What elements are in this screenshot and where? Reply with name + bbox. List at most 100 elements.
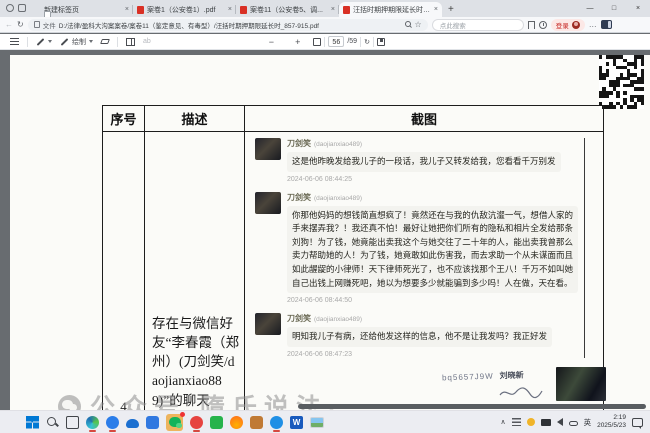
tab-active-pdf[interactable]: 汪括时期押期限延长时_857-91... × bbox=[339, 2, 442, 17]
fit-to-page-icon[interactable] bbox=[313, 38, 321, 46]
zoom-page-icon[interactable] bbox=[405, 21, 412, 28]
avatar bbox=[572, 21, 580, 29]
sidebar-panel-icon[interactable] bbox=[601, 20, 612, 29]
window-controls: — □ × bbox=[578, 0, 650, 17]
tab-title: 汪括时期押期限延长时_857-91... bbox=[353, 5, 431, 15]
chat-message: 刀剑笑(daojianxiao489) 明知我儿子有病，还给他发这样的信息，他不… bbox=[255, 313, 578, 358]
clock-time: 2:19 bbox=[597, 414, 626, 422]
photos-app-icon[interactable] bbox=[310, 417, 324, 428]
sender-wxid: (daojianxiao489) bbox=[314, 316, 362, 323]
blue-app-icon-2[interactable] bbox=[146, 416, 159, 429]
close-button[interactable]: × bbox=[626, 0, 650, 17]
page-number-input[interactable]: 56 bbox=[328, 36, 344, 47]
draw-tool[interactable]: 绘制 bbox=[60, 37, 93, 47]
link-icon[interactable] bbox=[569, 421, 578, 426]
pen-tool[interactable] bbox=[36, 40, 52, 43]
sender-name: 刀剑笑 bbox=[287, 314, 311, 323]
workspaces-icon[interactable] bbox=[18, 4, 26, 12]
zoom-in-icon[interactable]: + bbox=[295, 37, 300, 47]
navigation-bar: ← ↻ 文件 D:/法律/盈科大沟案案卷/案卷11（鉴定意见、有毒型）/汪括时期… bbox=[0, 17, 650, 33]
pdf-favicon bbox=[343, 6, 350, 14]
qr-code bbox=[599, 55, 644, 109]
avatar bbox=[255, 138, 281, 160]
tab-case-file-1[interactable]: 案卷1（公安卷1）.pdf × bbox=[133, 2, 236, 17]
onedrive-icon[interactable] bbox=[126, 419, 139, 428]
pdf-favicon bbox=[137, 6, 144, 14]
photo-thumbnail bbox=[556, 367, 606, 401]
tab-strip: 新建标签页 × 案卷1（公安卷1）.pdf × 案卷11（公安卷5、调... ×… bbox=[0, 0, 650, 17]
taskbar-clock[interactable]: 2:19 2025/5/23 bbox=[597, 414, 626, 430]
header-shot: 截图 bbox=[245, 106, 603, 131]
tab-new-tab-page[interactable]: 新建标签页 × bbox=[30, 2, 133, 17]
login-button[interactable]: 登录 bbox=[551, 19, 585, 31]
moon-icon[interactable] bbox=[527, 418, 535, 426]
running-indicator bbox=[273, 430, 280, 432]
tab-close-icon[interactable]: × bbox=[434, 6, 438, 13]
avatar bbox=[255, 192, 281, 214]
start-button-icon[interactable] bbox=[26, 416, 39, 429]
avatar bbox=[255, 313, 281, 335]
search-input[interactable]: 点此搜索 bbox=[432, 19, 524, 31]
chat-message: 刀剑笑(daojianxiao489) 这是他昨晚发给我儿子的一段话，我儿子又转… bbox=[255, 138, 578, 183]
blue-app-icon[interactable] bbox=[106, 416, 119, 429]
wechat-app-icon[interactable] bbox=[166, 414, 183, 431]
message-text: 你那他妈妈的想钱简直想疯了！竟然还在与我的仇敌沆瀣一气，想借人家的手来摆弄我？！… bbox=[287, 206, 578, 294]
tab-title: 案卷1（公安卷1）.pdf bbox=[147, 5, 225, 15]
pdf-page: 序号 描述 截图 4 存在与微信好友“李春霞（郑州）(刀剑笑/daojianxi… bbox=[10, 55, 650, 410]
read-aloud-icon[interactable]: ab bbox=[143, 38, 151, 45]
pdf-favicon bbox=[240, 6, 247, 14]
cell-screenshot: 刀剑笑(daojianxiao489) 这是他昨晚发给我儿子的一段话，我儿子又转… bbox=[245, 132, 603, 410]
toc-icon[interactable] bbox=[10, 38, 19, 46]
red-app-icon[interactable] bbox=[190, 416, 203, 429]
tab-close-icon[interactable]: × bbox=[228, 6, 232, 13]
divider bbox=[324, 37, 325, 47]
wechat-official-icon bbox=[58, 395, 81, 411]
message-text: 这是他昨晚发给我儿子的一段话，我儿子又转发给我，您看看千万别发 bbox=[287, 152, 561, 172]
maximize-button[interactable]: □ bbox=[602, 0, 626, 17]
speaker-icon[interactable] bbox=[557, 418, 563, 426]
minimize-button[interactable]: — bbox=[578, 0, 602, 17]
zoom-out-icon[interactable]: − bbox=[269, 37, 274, 47]
blue-app-icon-3[interactable] bbox=[270, 416, 283, 429]
divider bbox=[360, 37, 361, 47]
chat-screenshot: 刀剑笑(daojianxiao489) 这是他昨晚发给我儿子的一段话，我儿子又转… bbox=[255, 138, 585, 358]
running-indicator bbox=[109, 430, 116, 432]
amber-app-icon[interactable] bbox=[250, 416, 263, 429]
input-method-indicator[interactable]: 英 bbox=[584, 417, 592, 428]
favorite-star-icon[interactable]: ☆ bbox=[415, 20, 422, 29]
zoom-controls: − + 56 /59 ↻ bbox=[269, 36, 385, 47]
layers-icon[interactable] bbox=[512, 418, 521, 426]
pdf-viewport[interactable]: 序号 描述 截图 4 存在与微信好友“李春霞（郑州）(刀剑笑/daojianxi… bbox=[0, 50, 650, 410]
horizontal-scrollbar[interactable] bbox=[298, 404, 646, 409]
chevron-down-icon bbox=[89, 40, 93, 43]
cell-no: 4 bbox=[103, 132, 145, 410]
highlighter-icon bbox=[61, 38, 69, 46]
page-view-icon[interactable] bbox=[126, 38, 135, 46]
tray-expand-icon[interactable]: ∧ bbox=[500, 418, 505, 426]
new-tab-button[interactable]: + bbox=[442, 4, 460, 17]
back-icon[interactable]: ← bbox=[5, 21, 13, 29]
flame-app-icon[interactable] bbox=[230, 416, 243, 429]
word-app-icon[interactable]: W bbox=[290, 416, 303, 429]
green-app-icon[interactable] bbox=[210, 416, 223, 429]
display-icon[interactable] bbox=[541, 419, 551, 426]
running-indicator bbox=[89, 430, 96, 432]
more-menu-icon[interactable]: … bbox=[589, 21, 597, 29]
taskbar-search-icon[interactable] bbox=[46, 416, 59, 429]
description-text: 存在与微信好友“李春霞（郑州）(刀剑笑/daojianxiao889)”的聊天 bbox=[145, 132, 244, 410]
address-bar[interactable]: 文件 D:/法律/盈科大沟案案卷/案卷11（鉴定意见、有毒型）/汪括时期押期限延… bbox=[28, 19, 428, 31]
signature-scribble bbox=[498, 385, 544, 401]
rotate-icon[interactable]: ↻ bbox=[364, 38, 370, 46]
tab-case-file-11[interactable]: 案卷11（公安卷5、调... × bbox=[236, 2, 339, 17]
tab-search-icon[interactable] bbox=[6, 4, 14, 12]
history-icon[interactable] bbox=[539, 21, 547, 29]
edge-app-icon[interactable] bbox=[86, 416, 99, 429]
tab-close-icon[interactable]: × bbox=[331, 6, 335, 13]
save-icon[interactable] bbox=[377, 38, 385, 46]
favorites-icon[interactable] bbox=[528, 21, 535, 29]
tab-close-icon[interactable]: × bbox=[125, 6, 129, 13]
eraser-icon[interactable] bbox=[100, 39, 110, 44]
refresh-icon[interactable]: ↻ bbox=[17, 21, 24, 29]
notification-center-icon[interactable] bbox=[632, 418, 643, 427]
task-view-icon[interactable] bbox=[66, 416, 79, 429]
